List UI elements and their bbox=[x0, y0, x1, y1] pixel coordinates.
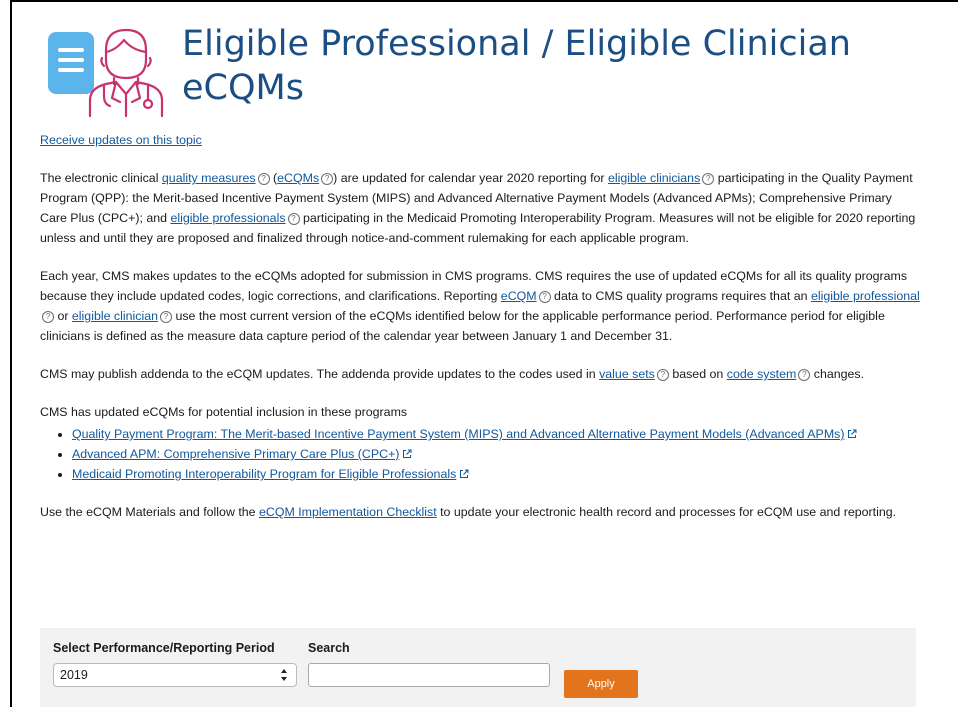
para3-text-2: based on bbox=[668, 367, 727, 381]
title-line-1: Eligible Professional / Eligible Clinici… bbox=[182, 24, 851, 64]
help-icon[interactable]: ? bbox=[321, 173, 334, 185]
para3-text-3: changes. bbox=[810, 367, 865, 381]
eligible-clinician-link[interactable]: eligible clinician bbox=[72, 309, 158, 323]
apply-button[interactable]: Apply bbox=[564, 670, 638, 698]
period-label: Select Performance/Reporting Period bbox=[53, 641, 275, 655]
intro-text-1: The electronic clinical bbox=[40, 171, 162, 185]
title-line-2: eCQMs bbox=[182, 68, 304, 108]
intro-paragraph: The electronic clinical quality measures… bbox=[40, 168, 920, 248]
intro-text-3: ) are updated for calendar year 2020 rep… bbox=[333, 171, 608, 185]
help-icon[interactable]: ? bbox=[160, 311, 172, 323]
search-input[interactable] bbox=[308, 663, 550, 687]
para2-text-2: data to CMS quality programs requires th… bbox=[550, 289, 811, 303]
help-icon[interactable]: ? bbox=[798, 369, 811, 381]
materials-paragraph: Use the eCQM Materials and follow the eC… bbox=[40, 502, 920, 522]
list-item: Medicaid Promoting Interoperability Prog… bbox=[72, 464, 920, 484]
program-link-cpc[interactable]: Advanced APM: Comprehensive Primary Care… bbox=[72, 447, 399, 461]
eligible-professionals-link[interactable]: eligible professionals bbox=[171, 211, 286, 225]
implementation-checklist-link[interactable]: eCQM Implementation Checklist bbox=[259, 505, 437, 519]
period-select-value: 2019 bbox=[60, 668, 88, 682]
programs-list: Quality Payment Program: The Merit-based… bbox=[40, 424, 920, 484]
para3-text-1: CMS may publish addenda to the eCQM upda… bbox=[40, 367, 600, 381]
ecqms-link[interactable]: eCQMs bbox=[277, 171, 319, 185]
main-content: Receive updates on this topic The electr… bbox=[40, 130, 920, 522]
updates-paragraph: Each year, CMS makes updates to the eCQM… bbox=[40, 266, 920, 346]
list-item: Quality Payment Program: The Merit-based… bbox=[72, 424, 920, 444]
code-system-link[interactable]: code system bbox=[727, 367, 797, 381]
help-icon[interactable]: ? bbox=[287, 213, 300, 225]
external-link-icon bbox=[403, 449, 412, 458]
help-icon[interactable]: ? bbox=[257, 173, 270, 185]
para5-text-2: to update your electronic health record … bbox=[436, 505, 897, 519]
clinician-icon bbox=[40, 22, 180, 118]
period-select[interactable]: 2019 bbox=[53, 663, 297, 687]
page-title: Eligible Professional / Eligible Clinici… bbox=[182, 22, 851, 110]
eligible-professional-link[interactable]: eligible professional bbox=[811, 289, 920, 303]
select-arrows-icon bbox=[281, 669, 287, 681]
filter-panel: Select Performance/Reporting Period Sear… bbox=[40, 628, 916, 707]
eligible-clinicians-link[interactable]: eligible clinicians bbox=[608, 171, 700, 185]
programs-intro: CMS has updated eCQMs for potential incl… bbox=[40, 405, 408, 419]
para5-text-1: Use the eCQM Materials and follow the bbox=[40, 505, 259, 519]
value-sets-link[interactable]: value sets bbox=[599, 367, 655, 381]
external-link-icon bbox=[848, 429, 857, 438]
search-label: Search bbox=[308, 641, 350, 655]
page-header: Eligible Professional / Eligible Clinici… bbox=[40, 22, 851, 133]
program-link-medicaid[interactable]: Medicaid Promoting Interoperability Prog… bbox=[72, 467, 456, 481]
para2-text-3: or bbox=[54, 309, 72, 323]
ecqm-link[interactable]: eCQM bbox=[501, 289, 537, 303]
program-link-qpp[interactable]: Quality Payment Program: The Merit-based… bbox=[72, 427, 844, 441]
addenda-paragraph: CMS may publish addenda to the eCQM upda… bbox=[40, 364, 920, 384]
quality-measures-link[interactable]: quality measures bbox=[162, 171, 256, 185]
help-icon[interactable]: ? bbox=[42, 311, 54, 323]
external-link-icon bbox=[460, 469, 469, 478]
help-icon[interactable]: ? bbox=[656, 369, 669, 381]
help-icon[interactable]: ? bbox=[538, 291, 551, 303]
list-item: Advanced APM: Comprehensive Primary Care… bbox=[72, 444, 920, 464]
help-icon[interactable]: ? bbox=[702, 173, 715, 185]
receive-updates-link[interactable]: Receive updates on this topic bbox=[40, 133, 202, 147]
